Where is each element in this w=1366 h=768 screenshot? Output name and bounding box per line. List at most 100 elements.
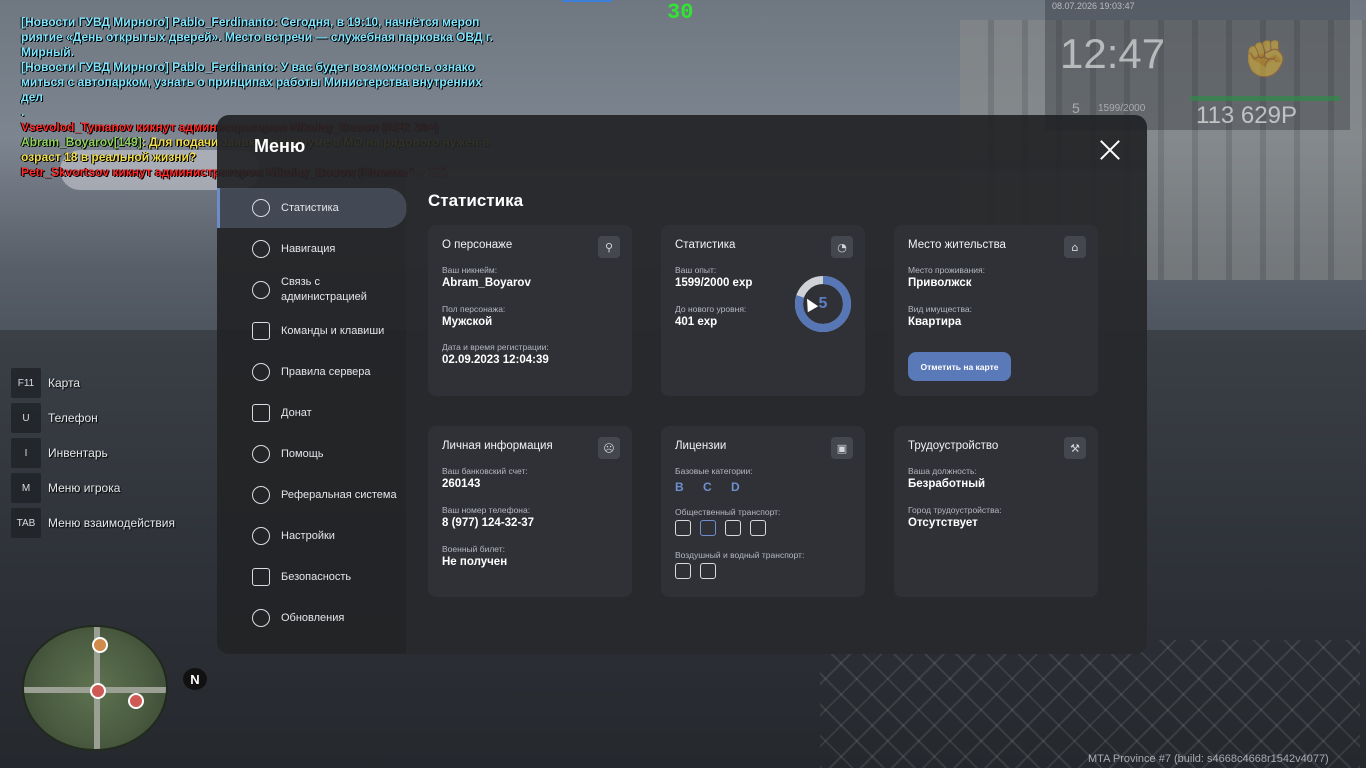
registration-label: Дата и время регистрации:: [442, 342, 549, 352]
air-water-label: Воздушный и водный транспорт:: [675, 550, 805, 560]
content-title: Статистика: [428, 191, 524, 210]
hotkey-label: Меню игрока: [48, 481, 121, 495]
card-title: О персонаже: [442, 239, 513, 251]
menu-sidebar: Статистика Навигация Связь с администрацие…: [217, 188, 407, 639]
minimap-marker-icon: [90, 683, 106, 699]
home-icon[interactable]: ⌂: [1064, 236, 1086, 258]
bank-label: Ваш банковский счет:: [442, 466, 528, 476]
sidebar-item-security[interactable]: Безопасность: [217, 557, 407, 597]
sidebar-item-label: Навигация: [281, 242, 336, 255]
network-icon: [252, 486, 270, 504]
background-fence: [820, 640, 1360, 768]
hammer-icon[interactable]: ⚒: [1064, 437, 1086, 459]
job-city-value: Отсутствует: [908, 517, 978, 529]
sidebar-item-updates[interactable]: Обновления: [217, 598, 407, 638]
check-circle-icon: [252, 609, 270, 627]
card-title: Место жительства: [908, 239, 1006, 251]
north-icon: N: [183, 668, 207, 690]
hotkey-item[interactable]: F11 Карта: [11, 368, 175, 398]
trolleybus-icon: [700, 520, 716, 536]
menu-content: Статистика О персонаже ⚲ Ваш никнейм: Ab…: [406, 169, 1147, 654]
hotkey-item[interactable]: M Меню игрока: [11, 473, 175, 503]
public-transport-label: Общественный транспорт:: [675, 507, 781, 517]
card-title: Трудоустройство: [908, 440, 999, 452]
helicopter-icon: [700, 563, 716, 579]
sidebar-item-label: Статистика: [281, 201, 339, 214]
sidebar-item-label: Донат: [281, 406, 312, 419]
card-licenses: Лицензии ▣ Базовые категории: B C D Обще…: [661, 426, 865, 597]
hud-level: 5: [1072, 100, 1080, 116]
place-value: Приволжск: [908, 277, 972, 289]
property-value: Квартира: [908, 316, 962, 328]
sidebar-item-stats[interactable]: Статистика: [217, 188, 407, 228]
sidebar-item-label: Реферальная система: [281, 488, 397, 501]
hotkey-key: TAB: [11, 508, 41, 538]
military-label: Военный билет:: [442, 544, 506, 554]
face-icon[interactable]: ☹: [598, 437, 620, 459]
sidebar-item-settings[interactable]: Настройки: [217, 516, 407, 556]
minimap: [22, 625, 168, 751]
bus-icon: [675, 520, 691, 536]
nickname-label: Ваш никнейм:: [442, 265, 498, 275]
card-stats: Статистика ◔ Ваш опыт: 1599/2000 exp До …: [661, 225, 865, 396]
sidebar-item-rules[interactable]: Правила сервера: [217, 352, 407, 392]
plane-icon: [675, 563, 691, 579]
public-transport-icons: [675, 520, 766, 536]
card-title: Личная информация: [442, 440, 553, 452]
sidebar-item-referral[interactable]: Реферальная система: [217, 475, 407, 515]
health-bar: [1190, 96, 1340, 101]
bus-stop-icon: [128, 693, 144, 709]
fist-icon: ✊: [1243, 39, 1288, 80]
sidebar-item-label: Настройки: [281, 529, 335, 542]
hud-time: 12:47: [1060, 30, 1166, 77]
chat-line: [Новости ГУВД Мирного] Pablo_Ferdinanto:…: [21, 60, 501, 75]
sidebar-item-help[interactable]: Помощь: [217, 434, 407, 474]
job-city-label: Город трудоустройства:: [908, 505, 1002, 515]
compass-icon: [252, 240, 270, 258]
hotkey-key: U: [11, 403, 41, 433]
pie-chart-icon[interactable]: ◔: [831, 236, 853, 258]
clock-chart-icon: [252, 199, 270, 217]
id-card-icon[interactable]: ▣: [831, 437, 853, 459]
sidebar-item-label: Безопасность: [281, 570, 352, 583]
mark-on-map-button[interactable]: Отметить на карте: [908, 352, 1011, 381]
hotkey-item[interactable]: U Телефон: [11, 403, 175, 433]
chat-line: миться с автопарком, узнать о принципах …: [21, 75, 501, 105]
sidebar-item-admin[interactable]: Связь с администрацией: [217, 270, 407, 310]
hotkey-item[interactable]: I Инвентарь: [11, 438, 175, 468]
sidebar-item-nav[interactable]: Навигация: [217, 229, 407, 269]
chat-player-name: Abram_Boyarov[149]: [21, 135, 142, 149]
base-categories-label: Базовые категории:: [675, 466, 753, 476]
registration-value: 02.09.2023 12:04:39: [442, 354, 549, 366]
military-value: Не получен: [442, 556, 508, 568]
sidebar-item-donate[interactable]: Донат: [217, 393, 407, 433]
document-icon: [252, 322, 270, 340]
sidebar-item-commands[interactable]: Команды и клавиши: [217, 311, 407, 351]
hotkey-label: Меню взаимодействия: [48, 516, 175, 530]
hotkey-label: Карта: [48, 376, 81, 390]
hotkey-item[interactable]: TAB Меню взаимодействия: [11, 508, 175, 538]
chat-text: риятие «День открытых дверей». Место вст…: [21, 30, 493, 44]
heart-icon: [252, 445, 270, 463]
chat-text: миться с автопарком, узнать о принципах …: [21, 75, 482, 104]
chat-line: Мирный.: [21, 45, 501, 60]
card-residence: Место жительства ⌂ Место проживания: При…: [894, 225, 1098, 396]
gear-icon: [252, 527, 270, 545]
sidebar-item-label: Правила сервера: [281, 365, 371, 378]
hotkey-list: F11 Карта U Телефон I Инвентарь M Меню игрока TA…: [11, 368, 175, 543]
next-level-value: 401 exp: [675, 316, 718, 328]
card-title: Лицензии: [675, 440, 727, 452]
position-value: Безработный: [908, 478, 986, 490]
chat-text: озраст 18 в реальной жизни?: [21, 150, 197, 164]
minimap-marker-icon: [92, 637, 108, 653]
hud-date: 08.07.2026 19:03:47: [1052, 1, 1135, 11]
top-progress-bar: [562, 0, 612, 2]
close-icon[interactable]: [1097, 137, 1123, 163]
sex-value: Мужской: [442, 316, 493, 328]
position-label: Ваша должность:: [908, 466, 977, 476]
next-level-label: До нового уровня:: [675, 304, 747, 314]
sex-label: Пол персонажа:: [442, 304, 506, 314]
stamp-icon[interactable]: ⚲: [598, 236, 620, 258]
hotkey-key: I: [11, 438, 41, 468]
bank-value: 260143: [442, 478, 481, 490]
